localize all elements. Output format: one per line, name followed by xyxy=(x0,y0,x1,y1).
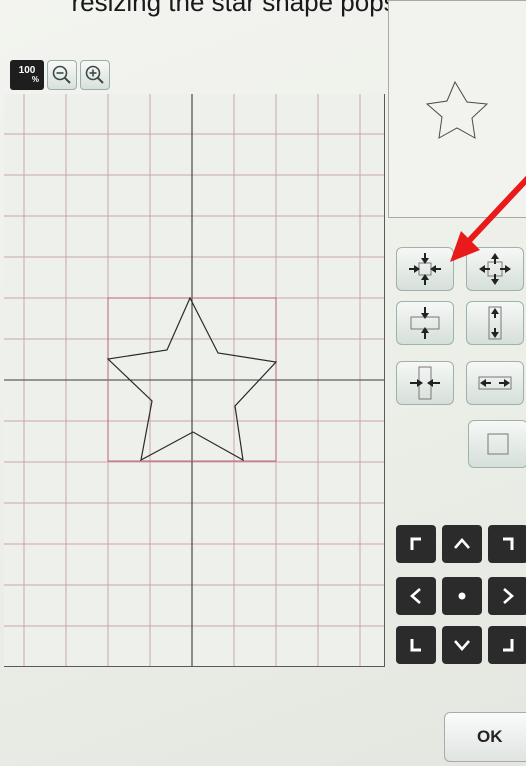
chevron-down-icon xyxy=(454,640,470,651)
corner-up-left-icon xyxy=(410,537,421,550)
star-preview-icon xyxy=(425,80,489,139)
corner-down-left-icon xyxy=(410,639,421,652)
center-dot-icon xyxy=(458,592,466,600)
move-right-button[interactable] xyxy=(488,577,526,615)
scale-horizontal-larger-button[interactable] xyxy=(466,361,524,405)
corner-up-right-icon xyxy=(503,537,514,550)
star-bounding-box xyxy=(107,297,277,462)
scale-vertical-smaller-button[interactable] xyxy=(396,301,454,345)
chevron-left-icon xyxy=(410,588,421,604)
move-down-right-button[interactable] xyxy=(488,626,526,664)
ok-button[interactable]: OK xyxy=(444,712,526,762)
zoom-level-display: 100 % xyxy=(10,60,44,90)
zoom-in-icon xyxy=(85,65,104,84)
chevron-right-icon xyxy=(503,588,514,604)
reset-size-button[interactable] xyxy=(468,420,526,468)
move-down-button[interactable] xyxy=(442,626,482,664)
move-left-button[interactable] xyxy=(396,577,436,615)
editing-canvas[interactable] xyxy=(4,94,385,667)
move-center-button[interactable] xyxy=(442,577,482,615)
zoom-controls: 100 % xyxy=(10,60,110,90)
scale-proportional-smaller-button[interactable] xyxy=(396,247,454,291)
move-up-right-button[interactable] xyxy=(488,525,526,563)
zoom-out-icon xyxy=(52,65,71,84)
arrows-vertical-outward-icon xyxy=(488,306,502,340)
move-down-left-button[interactable] xyxy=(396,626,436,664)
arrows-horizontal-outward-icon xyxy=(478,376,512,390)
ok-button-label: OK xyxy=(477,727,503,746)
scale-vertical-larger-button[interactable] xyxy=(466,301,524,345)
scale-proportional-larger-button[interactable] xyxy=(466,247,524,291)
corner-down-right-icon xyxy=(503,639,514,652)
preview-panel xyxy=(388,0,526,218)
arrows-inward-icon xyxy=(409,253,441,285)
arrows-vertical-inward-icon xyxy=(410,307,440,339)
move-up-button[interactable] xyxy=(442,525,482,563)
zoom-in-button[interactable] xyxy=(80,60,110,90)
move-up-left-button[interactable] xyxy=(396,525,436,563)
zoom-level-unit: % xyxy=(31,75,39,84)
scale-horizontal-smaller-button[interactable] xyxy=(396,361,454,405)
square-icon xyxy=(487,433,509,455)
zoom-out-button[interactable] xyxy=(47,60,77,90)
star-shape[interactable] xyxy=(4,94,384,666)
chevron-up-icon xyxy=(454,538,470,549)
arrows-outward-icon xyxy=(479,253,511,285)
arrows-horizontal-inward-icon xyxy=(410,366,440,400)
